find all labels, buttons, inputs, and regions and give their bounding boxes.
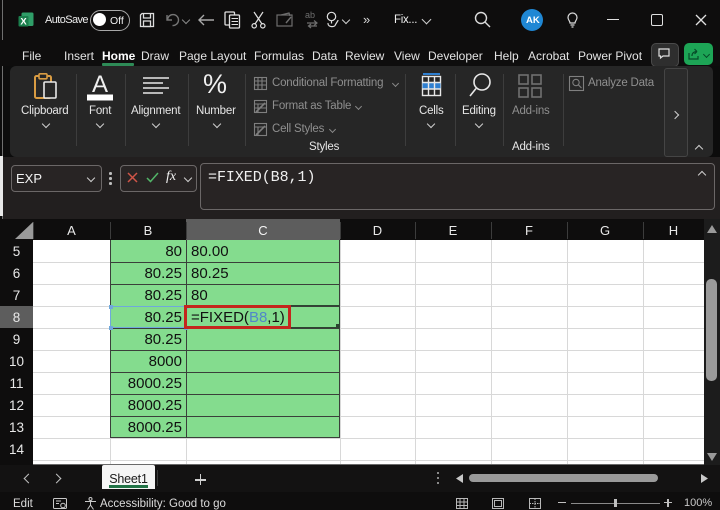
svg-text:ab: ab xyxy=(305,10,315,20)
svg-text:X: X xyxy=(20,17,27,28)
svg-text:A: A xyxy=(92,71,108,98)
